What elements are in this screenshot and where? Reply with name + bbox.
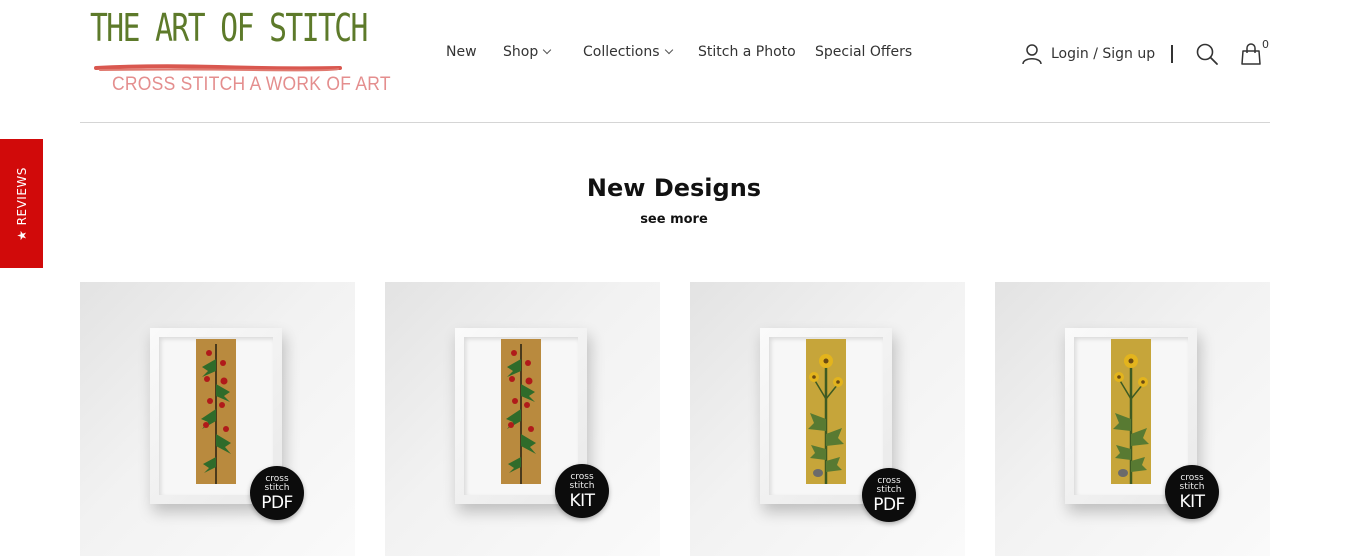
chevron-down-icon [664, 45, 673, 55]
badge-type: KIT [569, 491, 595, 511]
nav-item-stitch-a-photo[interactable]: Stitch a Photo [698, 44, 796, 60]
nav-item-label: Collections [583, 44, 660, 60]
product-card[interactable]: cross stitch KIT [995, 282, 1270, 556]
nav-item-special-offers[interactable]: Special Offers [815, 44, 912, 60]
badge-text: stitch [1179, 482, 1205, 492]
login-signup-link[interactable]: Login / Sign up [1022, 42, 1155, 66]
user-icon [1022, 44, 1042, 65]
badge-type: KIT [1179, 492, 1205, 512]
header-divider-line [80, 122, 1270, 123]
nav-item-label: New [446, 44, 477, 60]
badge-text: stitch [264, 483, 290, 493]
reviews-tab[interactable]: ★ REVIEWS [0, 139, 43, 268]
badge-text: stitch [876, 485, 902, 495]
badge-text: stitch [569, 481, 595, 491]
nav-item-shop[interactable]: Shop [503, 44, 552, 60]
nav-item-collections[interactable]: Collections [583, 44, 673, 60]
shopping-bag-icon[interactable] [1240, 43, 1262, 65]
login-signup-label: Login / Sign up [1051, 46, 1156, 62]
sunflower-artwork [1111, 339, 1151, 484]
pdf-badge: cross stitch PDF [250, 466, 304, 520]
see-more-link[interactable]: see more [0, 212, 1348, 227]
chevron-down-icon [542, 45, 552, 55]
holly-artwork [501, 339, 541, 484]
product-card[interactable]: cross stitch KIT [385, 282, 660, 556]
sunflower-artwork [806, 339, 846, 484]
logo-title: THE ART OF STITCH [90, 6, 368, 50]
section-title: New Designs [586, 174, 762, 202]
nav-item-label: Shop [503, 44, 539, 60]
kit-badge: cross stitch KIT [555, 464, 609, 518]
badge-type: PDF [261, 493, 293, 513]
badge-type: PDF [873, 495, 905, 515]
site-logo[interactable]: THE ART OF STITCH CROSS STITCH A WORK OF… [90, 6, 391, 98]
nav-item-new[interactable]: New [446, 44, 477, 60]
logo-tagline: CROSS STITCH A WORK OF ART [112, 74, 391, 95]
kit-badge: cross stitch KIT [1165, 465, 1219, 519]
nav-item-label: Special Offers [815, 44, 913, 60]
nav-item-label: Stitch a Photo [698, 44, 796, 60]
cart-count-badge: 0 [1262, 38, 1269, 51]
header-divider [1171, 45, 1173, 63]
product-card[interactable]: cross stitch PDF [80, 282, 355, 556]
holly-artwork [196, 339, 236, 484]
pdf-badge: cross stitch PDF [862, 468, 916, 522]
logo-brush-stroke [94, 64, 342, 72]
product-card[interactable]: cross stitch PDF [690, 282, 965, 556]
search-icon[interactable] [1195, 42, 1219, 66]
